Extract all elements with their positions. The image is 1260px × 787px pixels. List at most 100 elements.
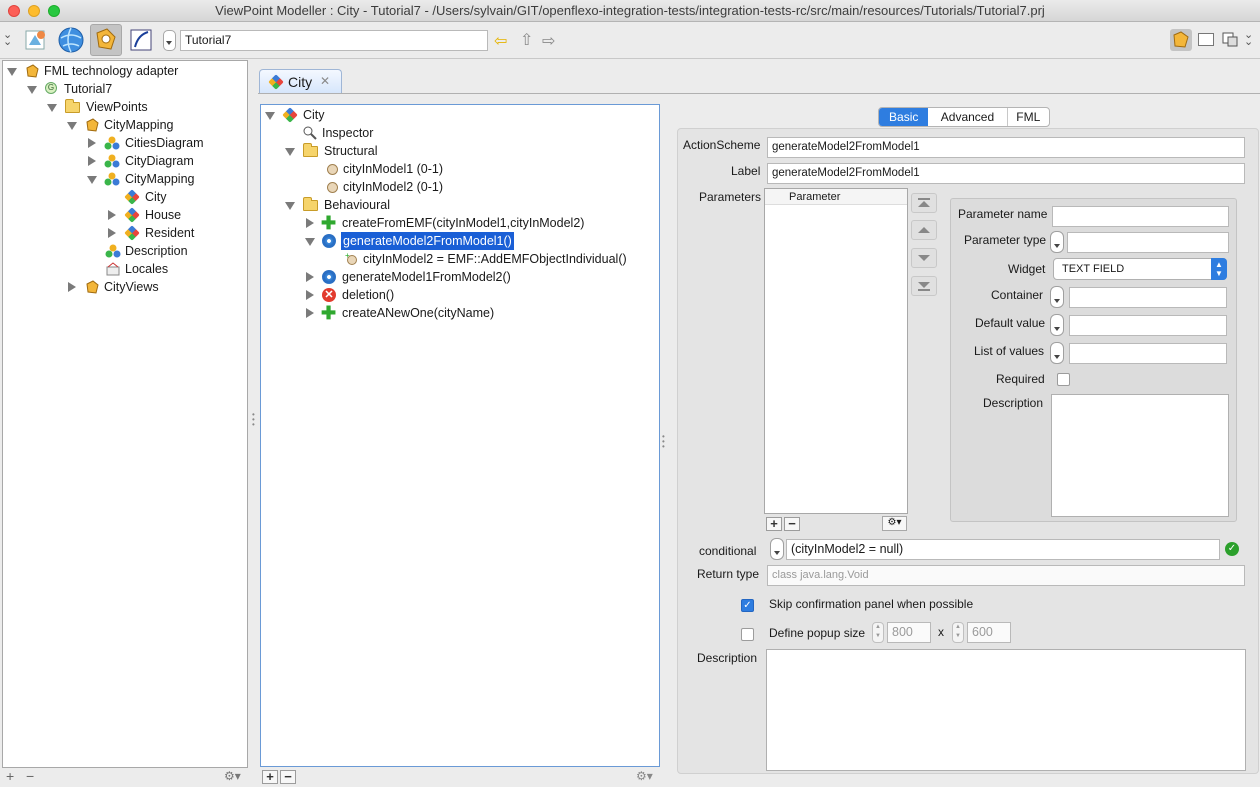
action-scheme-field[interactable]: generateModel2FromModel1 — [767, 137, 1245, 158]
add-button[interactable]: + — [262, 770, 278, 784]
default-value-dropdown[interactable] — [1050, 314, 1064, 336]
forward-arrow-icon[interactable]: ⇨ — [542, 31, 555, 51]
move-up-button[interactable] — [911, 220, 937, 240]
list-of-values-label: List of values — [974, 344, 1045, 358]
search-icon — [303, 126, 318, 140]
container-field[interactable] — [1069, 287, 1227, 308]
popup-size-separator: x — [938, 625, 944, 639]
flexo-concept-icon — [282, 107, 298, 123]
valid-check-icon: ✓ — [1225, 542, 1239, 556]
parameter-name-label: Parameter name — [958, 207, 1048, 221]
parameter-type-dropdown[interactable] — [1050, 231, 1064, 253]
close-window-button[interactable] — [8, 5, 20, 17]
project-dropdown[interactable] — [163, 30, 176, 51]
tab-divider — [258, 93, 1260, 94]
gear-icon[interactable]: ⚙▾ — [224, 769, 241, 783]
popup-height-stepper[interactable]: ▲ ▼ — [952, 622, 964, 643]
return-type-field: class java.lang.Void — [767, 565, 1245, 586]
plus-icon: ✚ — [321, 303, 337, 323]
select-arrows-icon: ▲ ▼ — [1211, 258, 1227, 280]
required-label: Required — [996, 372, 1045, 386]
parameter-description-area[interactable] — [1051, 394, 1229, 517]
tab-city[interactable]: City ✕ — [259, 69, 342, 93]
tab-basic[interactable]: Basic — [879, 108, 929, 126]
add-parameter-button[interactable]: + — [766, 517, 782, 531]
collapse-icon[interactable]: ⌄ ⌄ — [3, 30, 15, 48]
widget-select[interactable]: TEXT FIELD ▲ ▼ — [1053, 258, 1227, 280]
diagram-icon — [104, 172, 120, 186]
parameters-table[interactable]: Parameter — [764, 188, 908, 514]
remove-button[interactable]: − — [280, 770, 296, 784]
gear-icon[interactable]: ⚙▾ — [636, 769, 653, 783]
folder-icon — [65, 99, 80, 113]
globe-icon[interactable] — [55, 24, 87, 56]
list-of-values-dropdown[interactable] — [1050, 342, 1064, 364]
flexo-concept-icon — [124, 225, 140, 241]
collapse-right-icon[interactable]: ⌄ ⌄ — [1244, 30, 1253, 48]
diagram-icon — [105, 244, 121, 258]
parameters-footer: + − ⚙▾ — [764, 516, 908, 532]
parameter-description-label: Description — [983, 396, 1044, 410]
palette-icon[interactable] — [1222, 32, 1238, 47]
gear-icon — [322, 270, 336, 284]
description-area[interactable] — [766, 649, 1246, 771]
remove-parameter-button[interactable]: − — [784, 517, 800, 531]
minimize-window-button[interactable] — [28, 5, 40, 17]
add-icon[interactable]: + — [6, 768, 14, 784]
splitter-handle[interactable]: • • • — [662, 433, 666, 454]
flexo-concept-icon — [268, 74, 284, 90]
popup-height-field[interactable]: 600 — [967, 622, 1011, 643]
move-top-button[interactable] — [911, 193, 937, 213]
inspector-tabs: Basic Advanced FML — [878, 107, 1050, 127]
window-layout-icon[interactable] — [1198, 33, 1214, 46]
close-icon[interactable]: ✕ — [320, 74, 330, 88]
move-down-button[interactable] — [911, 248, 937, 268]
title-bar: ViewPoint Modeller : City - Tutorial7 - … — [0, 0, 1260, 22]
back-arrow-icon[interactable]: ⇦ — [494, 31, 507, 51]
tab-advanced[interactable]: Advanced — [928, 108, 1008, 126]
project-field[interactable]: Tutorial7 — [180, 30, 488, 51]
edit-icon[interactable] — [125, 24, 157, 56]
popup-width-field[interactable]: 800 — [887, 622, 931, 643]
parameter-column-header[interactable]: Parameter — [765, 189, 907, 205]
zoom-window-button[interactable] — [48, 5, 60, 17]
up-arrow-icon[interactable]: ⇧ — [520, 30, 533, 50]
folder-icon — [303, 197, 318, 211]
skip-confirmation-checkbox[interactable]: ✓ — [741, 599, 754, 612]
popup-width-stepper[interactable]: ▲ ▼ — [872, 622, 884, 643]
parameter-type-label: Parameter type — [964, 233, 1047, 247]
main-toolbar: ⌄ ⌄ Tutorial7 ⇦ ⇧ ⇨ ⌄ ⌄ — [0, 22, 1260, 59]
plus-icon: ✚ — [321, 213, 337, 233]
parameter-type-field[interactable] — [1067, 232, 1229, 253]
tab-fml[interactable]: FML — [1008, 108, 1050, 126]
default-value-field[interactable] — [1069, 315, 1227, 336]
diagram-icon — [104, 154, 120, 168]
window-title: ViewPoint Modeller : City - Tutorial7 - … — [215, 3, 1045, 18]
diagram-icon — [104, 136, 120, 150]
parameters-label: Parameters — [699, 190, 762, 204]
container-label: Container — [991, 288, 1044, 302]
parameter-name-field[interactable] — [1052, 206, 1229, 227]
fml-icon[interactable] — [90, 24, 122, 56]
gear-icon[interactable]: ⚙▾ — [882, 516, 907, 531]
fml-perspective-icon[interactable] — [1170, 29, 1192, 51]
splitter-handle[interactable]: • • • — [252, 411, 256, 432]
left-panel-footer: + − ⚙▾ — [2, 768, 248, 786]
move-bottom-button[interactable] — [911, 276, 937, 296]
label-label: Label — [731, 164, 761, 178]
remove-icon[interactable]: − — [26, 768, 34, 784]
folder-icon — [303, 143, 318, 157]
conditional-field[interactable]: (cityInModel2 = null) — [786, 539, 1220, 560]
conditional-dropdown[interactable] — [770, 538, 784, 560]
container-dropdown[interactable] — [1050, 286, 1064, 308]
label-field[interactable]: generateModel2FromModel1 — [767, 163, 1245, 184]
viewpoint-icon[interactable] — [20, 24, 52, 56]
flexo-concept-icon — [124, 207, 140, 223]
list-of-values-field[interactable] — [1069, 343, 1227, 364]
return-type-label: Return type — [697, 567, 760, 581]
define-popup-checkbox[interactable] — [741, 628, 754, 641]
fml-icon — [25, 64, 40, 78]
required-checkbox[interactable] — [1057, 373, 1070, 386]
skip-confirmation-label: Skip confirmation panel when possible — [769, 597, 974, 611]
action-scheme-label: ActionScheme — [683, 138, 761, 152]
